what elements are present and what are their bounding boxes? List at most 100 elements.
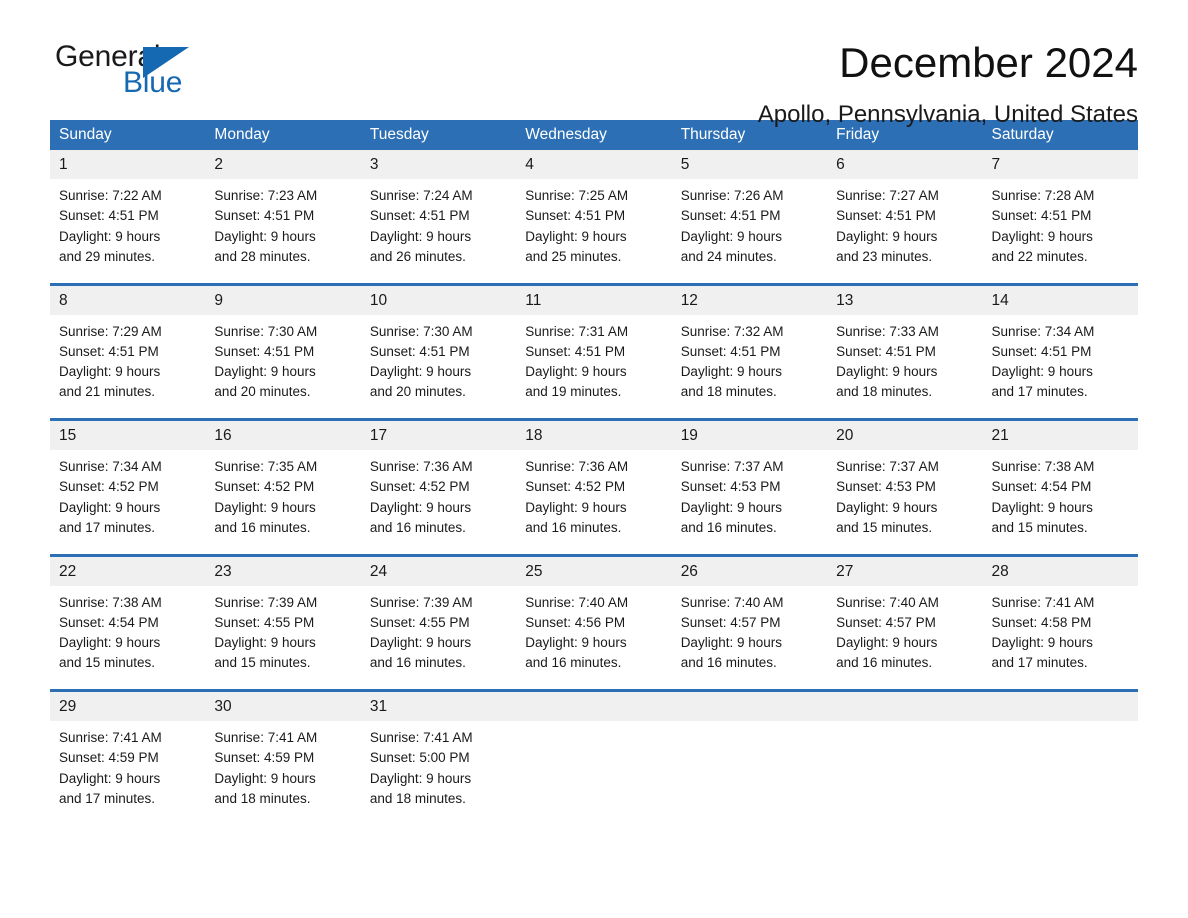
day-number[interactable]: 4 — [516, 150, 672, 179]
day-cell: Sunrise: 7:40 AM Sunset: 4:57 PM Dayligh… — [827, 585, 983, 691]
weekday-header-monday: Monday — [205, 120, 361, 150]
daylight-text-line2: and 16 minutes. — [836, 655, 933, 671]
day-cell: Sunrise: 7:33 AM Sunset: 4:51 PM Dayligh… — [827, 314, 983, 420]
sunset-text: Sunset: 4:51 PM — [59, 208, 159, 224]
day-number[interactable]: 8 — [50, 282, 206, 315]
daylight-text-line1: Daylight: 9 hours — [59, 364, 161, 380]
day-cell-empty — [516, 721, 672, 833]
day-number[interactable]: 29 — [50, 689, 206, 721]
sunset-text: Sunset: 4:57 PM — [680, 614, 781, 630]
weekday-header-sunday: Sunday — [50, 120, 206, 150]
sunset-text: Sunset: 4:51 PM — [836, 208, 936, 224]
sunset-text: Sunset: 4:56 PM — [525, 614, 626, 630]
day-number[interactable]: 5 — [671, 150, 828, 179]
sunrise-text: Sunrise: 7:39 AM — [214, 594, 318, 610]
daylight-text-line2: and 20 minutes. — [214, 384, 311, 400]
daylight-text-line2: and 24 minutes. — [680, 248, 777, 264]
sunset-text: Sunset: 4:54 PM — [991, 479, 1092, 495]
title-block: December 2024 Apollo, Pennsylvania, Unit… — [758, 40, 1138, 130]
day-number-empty — [516, 689, 672, 721]
daylight-text-line2: and 26 minutes. — [369, 248, 466, 264]
day-number[interactable]: 12 — [671, 282, 828, 315]
day-number[interactable]: 22 — [50, 553, 206, 586]
day-number[interactable]: 28 — [982, 553, 1138, 586]
day-cell: Sunrise: 7:29 AM Sunset: 4:51 PM Dayligh… — [50, 314, 206, 420]
day-number[interactable]: 9 — [205, 282, 361, 315]
week-1-info-row: Sunrise: 7:22 AM Sunset: 4:51 PM Dayligh… — [50, 179, 1138, 284]
day-number[interactable]: 21 — [982, 418, 1138, 450]
daylight-text-line1: Daylight: 9 hours — [680, 228, 782, 244]
daylight-text-line1: Daylight: 9 hours — [991, 364, 1093, 380]
day-number[interactable]: 27 — [827, 553, 983, 586]
day-cell: Sunrise: 7:38 AM Sunset: 4:54 PM Dayligh… — [982, 450, 1138, 555]
daylight-text-line1: Daylight: 9 hours — [59, 770, 161, 786]
day-number[interactable]: 24 — [360, 553, 517, 586]
day-number[interactable]: 30 — [205, 689, 361, 721]
week-2-date-row: 8 9 10 11 12 13 14 — [50, 282, 1138, 315]
day-cell: Sunrise: 7:35 AM Sunset: 4:52 PM Dayligh… — [205, 450, 361, 555]
day-number[interactable]: 20 — [827, 418, 983, 450]
sunrise-text: Sunrise: 7:32 AM — [680, 323, 784, 339]
daylight-text-line2: and 18 minutes. — [214, 790, 311, 806]
page-title: December 2024 — [839, 39, 1138, 86]
calendar-page: General Blue December 2024 Apollo, Penns… — [0, 0, 1188, 918]
sunrise-text: Sunrise: 7:38 AM — [59, 594, 162, 610]
daylight-text-line1: Daylight: 9 hours — [59, 499, 161, 515]
sunset-text: Sunset: 4:51 PM — [836, 343, 936, 359]
day-number[interactable]: 1 — [50, 150, 206, 179]
sunset-text: Sunset: 4:51 PM — [525, 208, 626, 224]
daylight-text-line2: and 16 minutes. — [214, 519, 311, 535]
sunrise-text: Sunrise: 7:30 AM — [369, 323, 473, 339]
day-number[interactable]: 19 — [671, 418, 828, 450]
sunrise-text: Sunrise: 7:37 AM — [836, 459, 939, 474]
day-number[interactable]: 6 — [827, 150, 983, 179]
day-number[interactable]: 17 — [360, 418, 517, 450]
day-number[interactable]: 7 — [982, 150, 1138, 179]
daylight-text-line2: and 17 minutes. — [991, 655, 1088, 671]
day-cell: Sunrise: 7:31 AM Sunset: 4:51 PM Dayligh… — [516, 314, 672, 420]
day-cell: Sunrise: 7:30 AM Sunset: 4:51 PM Dayligh… — [205, 314, 361, 420]
sunset-text: Sunset: 4:54 PM — [59, 614, 159, 630]
sunrise-text: Sunrise: 7:28 AM — [991, 188, 1095, 203]
day-number[interactable]: 2 — [205, 150, 361, 179]
sunrise-text: Sunrise: 7:36 AM — [525, 459, 629, 474]
daylight-text-line2: and 21 minutes. — [59, 384, 156, 400]
sunrise-text: Sunrise: 7:33 AM — [836, 323, 939, 339]
sunset-text: Sunset: 4:58 PM — [991, 614, 1092, 630]
day-number[interactable]: 10 — [360, 282, 517, 315]
week-2-info-row: Sunrise: 7:29 AM Sunset: 4:51 PM Dayligh… — [50, 314, 1138, 420]
week-3-info-row: Sunrise: 7:34 AM Sunset: 4:52 PM Dayligh… — [50, 450, 1138, 555]
daylight-text-line1: Daylight: 9 hours — [991, 499, 1093, 515]
day-number[interactable]: 31 — [360, 689, 517, 721]
sunset-text: Sunset: 4:51 PM — [680, 208, 781, 224]
day-cell: Sunrise: 7:30 AM Sunset: 4:51 PM Dayligh… — [360, 314, 517, 420]
sunset-text: Sunset: 4:51 PM — [369, 208, 470, 224]
day-number[interactable]: 15 — [50, 418, 206, 450]
daylight-text-line2: and 16 minutes. — [525, 519, 622, 535]
sunrise-text: Sunrise: 7:23 AM — [214, 188, 318, 203]
day-number[interactable]: 16 — [205, 418, 361, 450]
day-number[interactable]: 14 — [982, 282, 1138, 315]
daylight-text-line1: Daylight: 9 hours — [214, 228, 316, 244]
day-cell: Sunrise: 7:36 AM Sunset: 4:52 PM Dayligh… — [516, 450, 672, 555]
sunrise-sunset-calendar: Sunday Monday Tuesday Wednesday Thursday… — [50, 120, 1138, 833]
daylight-text-line2: and 25 minutes. — [525, 248, 622, 264]
daylight-text-line2: and 16 minutes. — [680, 655, 777, 671]
week-5-info-row: Sunrise: 7:41 AM Sunset: 4:59 PM Dayligh… — [50, 721, 1138, 833]
daylight-text-line1: Daylight: 9 hours — [214, 635, 316, 651]
sunrise-text: Sunrise: 7:38 AM — [991, 459, 1095, 474]
day-number[interactable]: 3 — [360, 150, 517, 179]
day-number[interactable]: 13 — [827, 282, 983, 315]
day-number[interactable]: 25 — [516, 553, 672, 586]
day-cell: Sunrise: 7:39 AM Sunset: 4:55 PM Dayligh… — [360, 585, 517, 691]
day-number[interactable]: 26 — [671, 553, 828, 586]
daylight-text-line2: and 16 minutes. — [525, 655, 622, 671]
day-number[interactable]: 11 — [516, 282, 672, 315]
day-number[interactable]: 23 — [205, 553, 361, 586]
sunset-text: Sunset: 4:51 PM — [991, 208, 1092, 224]
day-number-empty — [982, 689, 1138, 721]
sunrise-text: Sunrise: 7:30 AM — [214, 323, 318, 339]
sunset-text: Sunset: 4:51 PM — [59, 343, 159, 359]
day-number[interactable]: 18 — [516, 418, 672, 450]
calendar-body: 1 2 3 4 5 6 7 Sunrise: 7:22 AM Sunset: 4… — [50, 150, 1138, 833]
